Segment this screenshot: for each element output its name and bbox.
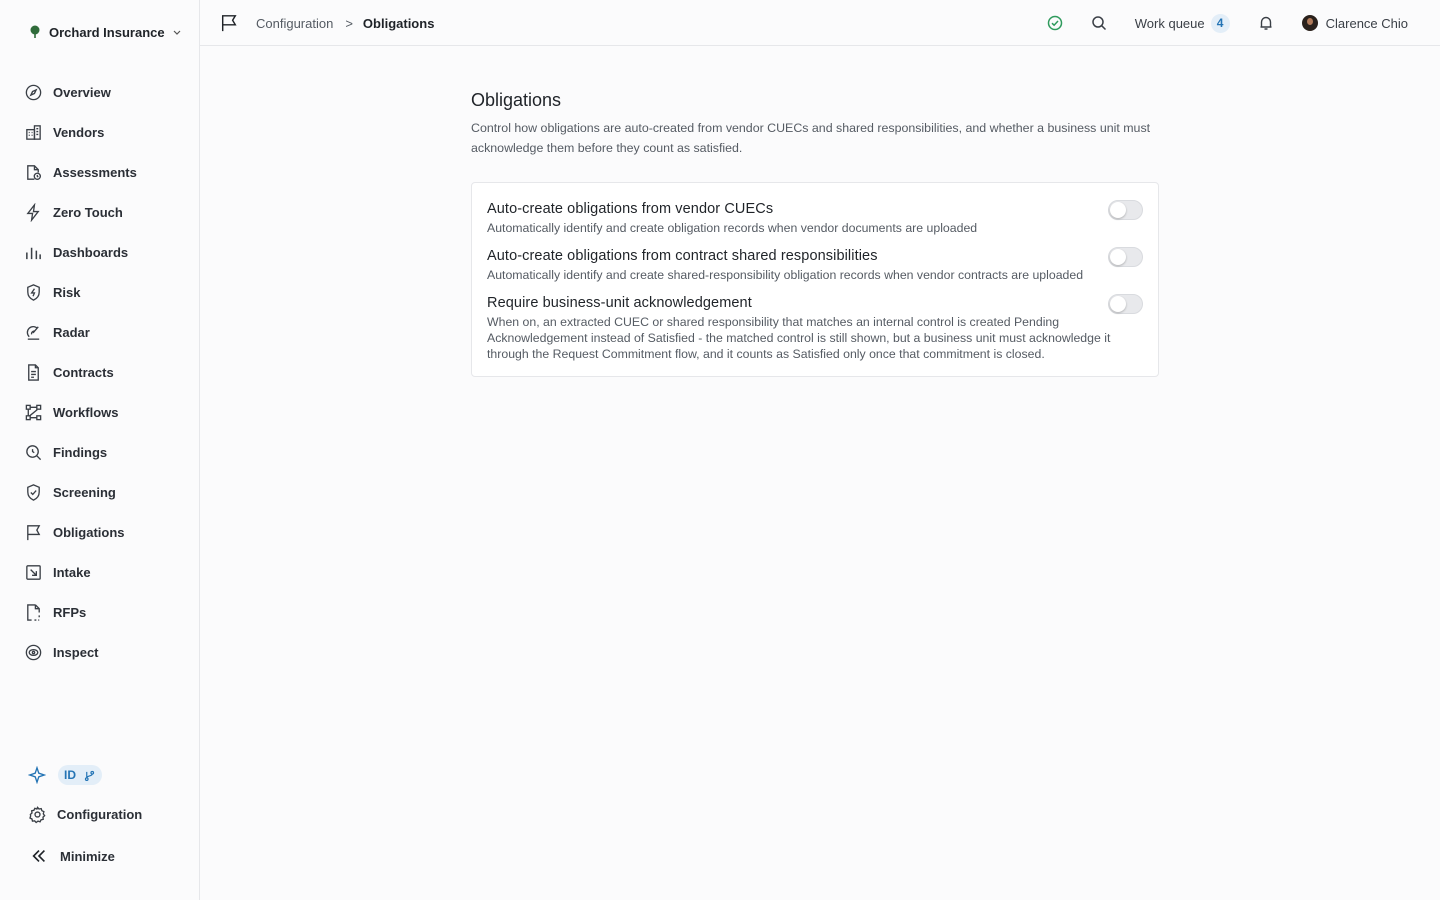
magnifier-clock-icon [26, 444, 42, 460]
contract-icon [28, 363, 39, 381]
setting-auto-create-cuecs: Auto-create obligations from vendor CUEC… [487, 199, 1143, 236]
sidebar-item-label: Contracts [53, 364, 114, 380]
sidebar-item-label: RFPs [53, 604, 87, 620]
sidebar-item-inspect[interactable]: Inspect [0, 632, 199, 672]
setting-description: When on, an extracted CUEC or shared res… [487, 315, 1111, 361]
branch-icon [84, 770, 95, 781]
shield-bolt-icon [27, 283, 40, 301]
work-queue-label: Work queue [1134, 15, 1205, 31]
sidebar-item-label: Dashboards [53, 244, 129, 260]
sidebar-item-risk[interactable]: Risk [0, 272, 199, 312]
sidebar-tools: ID [28, 765, 102, 785]
sidebar-nav: Overview Vendors Assessments Zero Touch … [0, 72, 199, 672]
flag-icon [221, 15, 237, 32]
sidebar-minimize[interactable]: Minimize [30, 847, 115, 865]
toggle-require-bu-acknowledgement[interactable] [1108, 294, 1143, 314]
search-icon[interactable] [1091, 15, 1107, 31]
sidebar-item-label: Zero Touch [53, 204, 123, 220]
sidebar-item-label: Assessments [53, 164, 137, 180]
topbar: Configuration > Obligations Work queue 4… [200, 0, 1440, 46]
sidebar-item-label: Obligations [53, 524, 125, 540]
sidebar-item-obligations[interactable]: Obligations [0, 512, 199, 552]
sidebar-item-radar[interactable]: Radar [0, 312, 199, 352]
id-badge[interactable]: ID [58, 765, 102, 785]
id-badge-label: ID [64, 768, 76, 782]
sidebar-item-intake[interactable]: Intake [0, 552, 199, 592]
setting-require-bu-acknowledgement: Require business-unit acknowledgement Wh… [487, 293, 1143, 362]
user-menu[interactable]: Clarence Chio [1301, 15, 1408, 31]
breadcrumb-current: Obligations [362, 15, 435, 31]
shield-check-icon [27, 483, 40, 501]
toggle-knob [1110, 296, 1126, 312]
main-content: Obligations Control how obligations are … [471, 88, 1159, 377]
minimize-label: Minimize [60, 848, 115, 864]
configuration-label: Configuration [57, 807, 143, 822]
intake-arrow-icon [26, 564, 41, 580]
tree-icon [30, 25, 40, 38]
sidebar-item-label: Screening [53, 484, 116, 500]
breadcrumb-separator: > [345, 15, 353, 31]
setting-auto-create-shared-responsibilities: Auto-create obligations from contract sh… [487, 246, 1143, 283]
toggle-auto-create-shared-responsibilities[interactable] [1108, 247, 1143, 267]
user-name: Clarence Chio [1325, 15, 1408, 31]
org-switcher[interactable]: Orchard Insurance [28, 22, 182, 42]
sidebar-item-label: Workflows [53, 404, 119, 420]
status-check-icon[interactable] [1047, 15, 1063, 31]
building-icon [26, 124, 41, 140]
work-queue-button[interactable]: Work queue 4 [1134, 13, 1230, 33]
double-chevron-left-icon [32, 850, 45, 862]
toggle-auto-create-cuecs[interactable] [1108, 200, 1143, 220]
topbar-actions: Work queue 4 Clarence Chio [1047, 12, 1408, 34]
sidebar-item-workflows[interactable]: Workflows [0, 392, 199, 432]
sidebar-item-zero-touch[interactable]: Zero Touch [0, 192, 199, 232]
sidebar-configuration[interactable]: Configuration [28, 805, 142, 824]
sidebar-item-label: Findings [53, 444, 108, 460]
sidebar: Orchard Insurance Overview Vendors Asses… [0, 0, 200, 900]
setting-title: Auto-create obligations from contract sh… [487, 248, 878, 264]
compass-icon [25, 84, 42, 100]
lightning-icon [26, 202, 40, 222]
flag-icon [27, 524, 41, 540]
page-title: Obligations [471, 90, 562, 110]
setting-description: Automatically identify and create obliga… [487, 221, 978, 235]
sidebar-item-overview[interactable]: Overview [0, 72, 199, 112]
setting-description: Automatically identify and create shared… [487, 268, 1084, 282]
radar-icon [26, 325, 40, 340]
sidebar-item-dashboards[interactable]: Dashboards [0, 232, 199, 272]
gear-icon [29, 806, 46, 824]
sidebar-item-vendors[interactable]: Vendors [0, 112, 199, 152]
sidebar-item-label: Risk [53, 284, 81, 300]
toggle-knob [1110, 202, 1126, 218]
sidebar-item-label: Vendors [53, 124, 105, 140]
avatar [1301, 15, 1318, 31]
sidebar-item-findings[interactable]: Findings [0, 432, 199, 472]
breadcrumb-parent[interactable]: Configuration [256, 16, 333, 31]
sidebar-item-rfps[interactable]: RFPs [0, 592, 199, 632]
sidebar-item-label: Radar [53, 324, 90, 340]
org-name: Orchard Insurance [49, 24, 165, 40]
sparkle-pin-icon[interactable] [28, 766, 46, 784]
document-dashed-icon [27, 603, 40, 621]
sidebar-item-label: Inspect [53, 644, 99, 660]
breadcrumb: Configuration > Obligations [220, 12, 434, 34]
document-clock-icon [27, 164, 42, 180]
settings-card: Auto-create obligations from vendor CUEC… [471, 182, 1159, 377]
bar-chart-icon [26, 247, 41, 259]
page-description: Control how obligations are auto-created… [471, 121, 1151, 155]
sidebar-item-assessments[interactable]: Assessments [0, 152, 199, 192]
workflow-icon [25, 404, 42, 420]
setting-title: Auto-create obligations from vendor CUEC… [487, 201, 774, 217]
bell-icon[interactable] [1258, 15, 1274, 31]
sidebar-item-contracts[interactable]: Contracts [0, 352, 199, 392]
setting-title: Require business-unit acknowledgement [487, 295, 752, 311]
sidebar-item-label: Overview [53, 84, 111, 100]
chevron-down-icon [173, 30, 181, 35]
sidebar-item-screening[interactable]: Screening [0, 472, 199, 512]
toggle-knob [1110, 249, 1126, 265]
sidebar-item-label: Intake [53, 564, 91, 580]
eye-icon [25, 644, 42, 660]
work-queue-count: 4 [1210, 13, 1230, 33]
